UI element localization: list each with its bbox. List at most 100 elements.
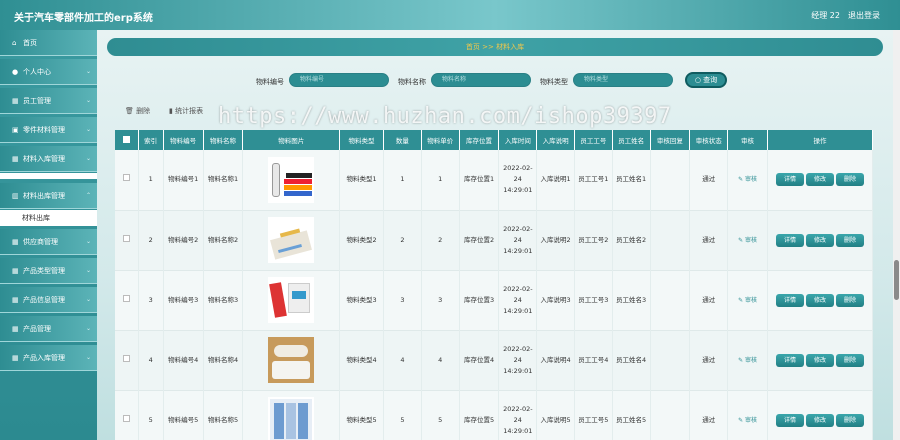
- sidebar-item-material-out[interactable]: ▥ 材料出库管理 ⌃: [0, 183, 97, 209]
- cell-price: 2: [421, 210, 460, 270]
- stats-report-button[interactable]: ▮ 统计报表: [169, 106, 203, 116]
- sidebar-subitem-material-out[interactable]: 材料出库: [0, 210, 97, 226]
- header-name: 物料名称: [203, 130, 244, 150]
- cell-empname: 员工姓名5: [612, 390, 651, 440]
- cell-time: 2022-02-24 14:29:01: [498, 270, 538, 330]
- sidebar-item-profile[interactable]: ● 个人中心 ⌄: [0, 59, 97, 85]
- detail-button[interactable]: 详情: [775, 173, 804, 187]
- detail-button[interactable]: 详情: [775, 413, 804, 427]
- delete-button[interactable]: 删除: [835, 413, 864, 427]
- cell-note: 入库说明4: [536, 330, 575, 390]
- cell-qty: 2: [383, 210, 422, 270]
- delete-toolbar-button[interactable]: 🗑 删除: [125, 106, 150, 116]
- detail-button[interactable]: 详情: [775, 353, 804, 367]
- sidebar-item-parts[interactable]: ▣ 零件材料管理 ⌄: [0, 117, 97, 143]
- cell-name: 物料名称2: [203, 210, 244, 270]
- audit-link[interactable]: ✎ 审核: [738, 357, 757, 364]
- sidebar-item-product-in[interactable]: ▦ 产品入库管理 ⌄: [0, 345, 97, 371]
- material-image: [268, 217, 315, 263]
- table-row: 1 物料编号1 物料名称1 物料类型1 1 1 库存位置1 2022-02-24 14:29:…: [115, 150, 873, 210]
- audit-link[interactable]: ✎ 审核: [738, 417, 757, 424]
- table-row: 4 物料编号4 物料名称4 物料类型4 4 4 库存位置4 2022-02-24 14:29:…: [115, 330, 873, 390]
- edit-button[interactable]: 修改: [805, 413, 834, 427]
- grid-icon: ▦: [12, 296, 19, 304]
- audit-link[interactable]: ✎ 审核: [738, 237, 757, 244]
- detail-button[interactable]: 详情: [775, 293, 804, 307]
- cell-note: 入库说明5: [536, 390, 575, 440]
- trash-icon: 🗑: [125, 107, 134, 115]
- cell-audit[interactable]: ✎ 审核: [727, 210, 768, 270]
- header-empno: 员工工号: [574, 130, 613, 150]
- sidebar-item-product-info[interactable]: ▦ 产品信息管理 ⌄: [0, 287, 97, 313]
- chevron-up-icon: ⌃: [85, 192, 91, 199]
- cell-price: 1: [421, 150, 460, 210]
- grid-icon: ▦: [12, 354, 19, 362]
- material-image: [268, 277, 315, 323]
- scrollbar-thumb[interactable]: [894, 260, 899, 300]
- search-button[interactable]: ○ 查询: [685, 72, 727, 88]
- delete-button[interactable]: 删除: [835, 353, 864, 367]
- edit-button[interactable]: 修改: [805, 233, 834, 247]
- logout-link[interactable]: 退出登录: [848, 10, 880, 21]
- cell-audit[interactable]: ✎ 审核: [727, 330, 768, 390]
- delete-button[interactable]: 删除: [835, 173, 864, 187]
- detail-button[interactable]: 详情: [775, 233, 804, 247]
- checkbox-icon[interactable]: [122, 174, 130, 182]
- breadcrumb-home[interactable]: 首页: [466, 43, 480, 51]
- audit-link[interactable]: ✎ 审核: [738, 297, 757, 304]
- search-input-name[interactable]: 物料名称: [431, 73, 531, 87]
- page-scrollbar[interactable]: [893, 30, 900, 440]
- row-select[interactable]: [115, 390, 139, 440]
- sidebar-item-supplier[interactable]: ▦ 供应商管理 ⌄: [0, 229, 97, 255]
- sidebar-item-material-in[interactable]: ▦ 材料入库管理 ⌄: [0, 146, 97, 172]
- cell-code: 物料编号1: [163, 150, 204, 210]
- row-select[interactable]: [115, 210, 139, 270]
- cell-qty: 1: [383, 150, 422, 210]
- sidebar-item-product[interactable]: ▦ 产品管理 ⌄: [0, 316, 97, 342]
- chevron-down-icon: ⌄: [85, 238, 91, 245]
- cell-note: 入库说明2: [536, 210, 575, 270]
- search-label-code: 物料编号: [256, 78, 284, 86]
- search-label-type: 物料类型: [540, 78, 568, 86]
- sidebar-item-home[interactable]: ⌂ 首页: [0, 30, 97, 56]
- cell-audit[interactable]: ✎ 审核: [727, 390, 768, 440]
- checkbox-icon[interactable]: [122, 234, 130, 242]
- search-input-code[interactable]: 物料编号: [289, 73, 389, 87]
- sidebar-divider: [0, 173, 97, 179]
- breadcrumb-current: 材料入库: [496, 43, 525, 51]
- audit-link[interactable]: ✎ 审核: [738, 176, 757, 183]
- row-select[interactable]: [115, 330, 139, 390]
- search-input-type[interactable]: 物料类型: [573, 73, 673, 87]
- sidebar-item-staff[interactable]: ▦ 员工管理 ⌄: [0, 88, 97, 114]
- top-bar: 关于汽车零部件加工的erp系统 经理 22 退出登录: [0, 0, 900, 30]
- checkbox-icon[interactable]: [122, 294, 130, 302]
- chevron-down-icon: ⌄: [85, 354, 91, 361]
- cell-empname: 员工姓名2: [612, 210, 651, 270]
- checkbox-icon[interactable]: [122, 354, 130, 362]
- delete-button[interactable]: 删除: [835, 233, 864, 247]
- edit-button[interactable]: 修改: [805, 173, 834, 187]
- home-icon: ⌂: [12, 39, 17, 47]
- cell-empno: 员工工号1: [574, 150, 613, 210]
- edit-button[interactable]: 修改: [805, 293, 834, 307]
- cell-audit[interactable]: ✎ 审核: [727, 270, 768, 330]
- header-audit: 审核: [727, 130, 768, 150]
- sidebar-item-product-type[interactable]: ▦ 产品类型管理 ⌄: [0, 258, 97, 284]
- checkbox-icon[interactable]: [122, 135, 130, 143]
- edit-button[interactable]: 修改: [805, 353, 834, 367]
- row-select[interactable]: [115, 270, 139, 330]
- cell-code: 物料编号2: [163, 210, 204, 270]
- cell-code: 物料编号5: [163, 390, 204, 440]
- grid-icon: ▦: [12, 325, 19, 333]
- cell-name: 物料名称4: [203, 330, 244, 390]
- cell-audit[interactable]: ✎ 审核: [727, 150, 768, 210]
- delete-button[interactable]: 删除: [835, 293, 864, 307]
- header-select-all[interactable]: [115, 130, 139, 150]
- current-user[interactable]: 经理 22: [811, 10, 840, 21]
- row-select[interactable]: [115, 150, 139, 210]
- checkbox-icon[interactable]: [122, 414, 130, 422]
- cell-status: 通过: [689, 210, 729, 270]
- cell-empno: 员工工号2: [574, 210, 613, 270]
- breadcrumb: 首页 >> 材料入库: [107, 38, 883, 56]
- cell-empno: 员工工号5: [574, 390, 613, 440]
